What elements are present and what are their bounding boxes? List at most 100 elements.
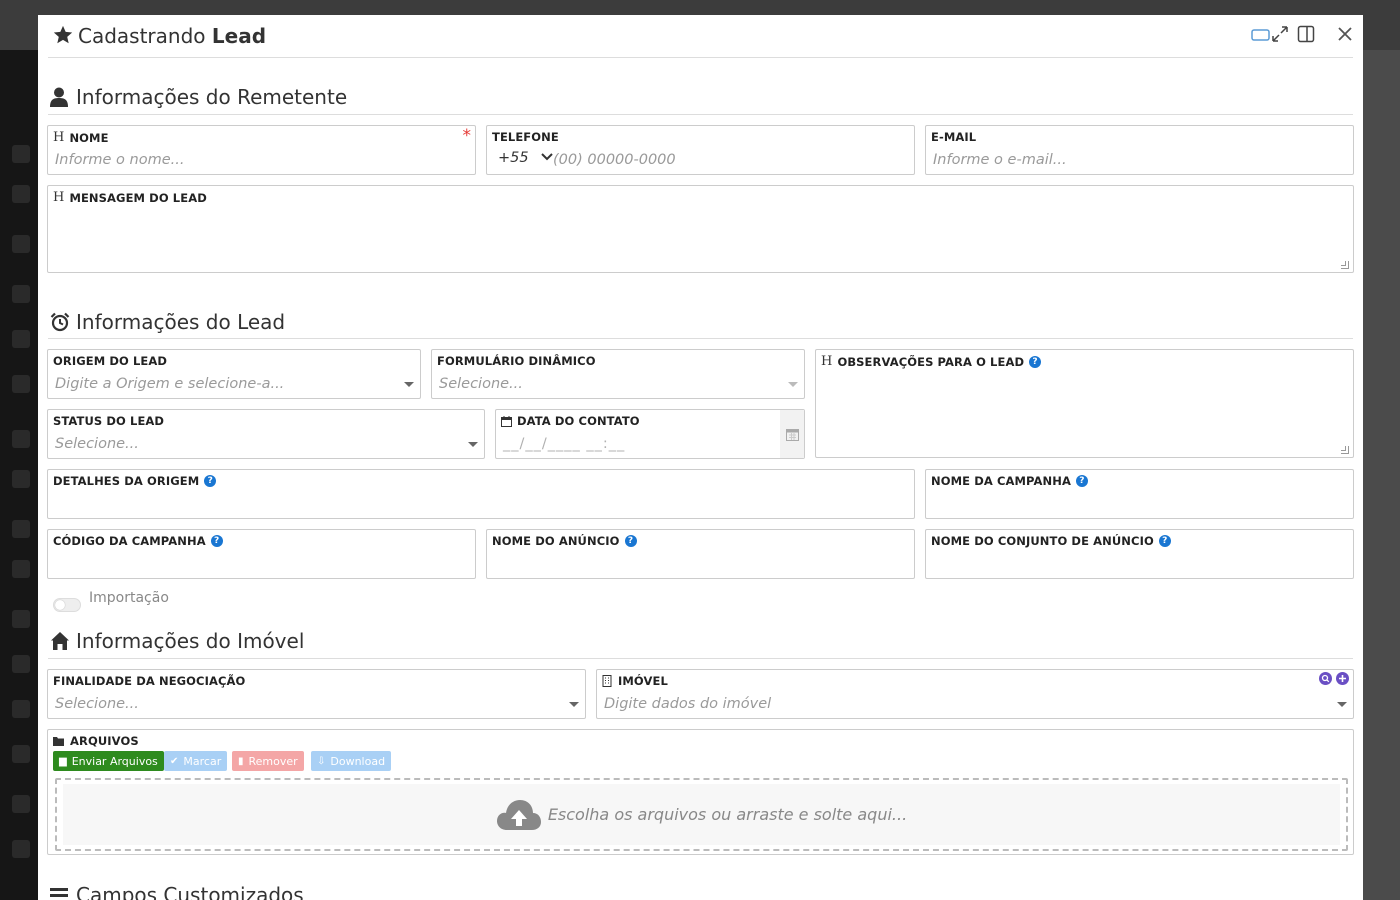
formulario-label: FORMULÁRIO DINÂMICO [437, 354, 596, 368]
mensagem-field[interactable]: H MENSAGEM DO LEAD [47, 185, 1354, 273]
origem-input[interactable]: Digite a Origem e selecione-a... [55, 376, 284, 392]
background-icon-rail [0, 50, 40, 900]
caret-down-icon [468, 442, 478, 447]
background-clock2-icon [12, 560, 30, 578]
origem-label: ORIGEM DO LEAD [53, 354, 168, 368]
status-label: STATUS DO LEAD [53, 414, 165, 428]
download-icon: ⇩ [317, 755, 326, 767]
modal-title: Cadastrando Lead [78, 24, 266, 48]
mensagem-label: H MENSAGEM DO LEAD [53, 190, 207, 205]
marcar-button[interactable]: ✔ Marcar [164, 751, 228, 771]
importacao-label: Importação [89, 590, 169, 606]
trash-icon: ▮ [238, 755, 244, 767]
data-contato-field[interactable]: DATA DO CONTATO __/__/____ __:__ [495, 409, 805, 459]
help-icon[interactable]: ? [1075, 475, 1088, 487]
origem-field[interactable]: ORIGEM DO LEAD Digite a Origem e selecio… [47, 349, 421, 399]
background-people-icon [12, 375, 30, 393]
required-marker: * [462, 126, 472, 146]
background-phone-icon [12, 235, 30, 253]
status-field[interactable]: STATUS DO LEAD Selecione... [47, 409, 485, 459]
download-button[interactable]: ⇩ Download [311, 751, 392, 771]
list-icon [50, 885, 70, 900]
help-icon[interactable]: ? [1158, 535, 1171, 547]
background-money-icon [12, 795, 30, 813]
nome-field[interactable]: H NOME * Informe o nome... [47, 125, 476, 175]
imovel-field[interactable]: IMÓVEL Digite dados do imóvel [596, 669, 1354, 719]
resize-handle[interactable] [1341, 446, 1349, 454]
nome-input[interactable]: Informe o nome... [55, 152, 184, 168]
heading-icon: H [821, 354, 833, 369]
conjunto-anuncio-label: NOME DO CONJUNTO DE ANÚNCIO? [931, 534, 1171, 548]
help-icon[interactable]: ? [210, 535, 223, 547]
codigo-campanha-label: CÓDIGO DA CAMPANHA? [53, 534, 223, 548]
help-icon[interactable]: ? [1029, 355, 1042, 368]
nome-campanha-label: NOME DA CAMPANHA? [931, 474, 1088, 488]
arquivos-field: ARQUIVOS ▆ Enviar Arquivos ✔ Marcar ▮ Remov… [47, 729, 1354, 855]
imovel-input[interactable]: Digite dados do imóvel [604, 696, 771, 712]
nome-campanha-field[interactable]: NOME DA CAMPANHA? [925, 469, 1354, 519]
help-icon[interactable]: ? [624, 535, 637, 547]
background-dashboard-icon [12, 145, 30, 163]
section-remetente-divider [48, 114, 1353, 115]
email-label: E-MAIL [931, 130, 977, 144]
status-select[interactable]: Selecione... [55, 436, 139, 452]
home-icon [50, 631, 70, 651]
section-imovel-label: Informações do Imóvel [76, 629, 305, 653]
help-icon[interactable]: ? [204, 475, 217, 487]
observacoes-field[interactable]: H OBSERVAÇÕES PARA O LEAD? [815, 349, 1354, 458]
codigo-campanha-field[interactable]: CÓDIGO DA CAMPANHA? [47, 529, 476, 579]
modal-title-bold: Lead [211, 24, 267, 48]
telefone-input[interactable]: (00) 00000-0000 [553, 152, 676, 168]
detalhes-origem-label: DETALHES DA ORIGEM? [53, 474, 217, 488]
section-imovel-divider [48, 658, 1353, 659]
modal-title-prefix: Cadastrando [78, 24, 206, 48]
expand-icon[interactable] [1271, 25, 1289, 47]
side-panel-icon[interactable] [1297, 25, 1315, 47]
dropzone-inner: Escolha os arquivos ou arraste e solte a… [63, 784, 1340, 845]
imovel-actions [1319, 672, 1349, 685]
telefone-field[interactable]: TELEFONE +55 (00) 00000-0000 [486, 125, 915, 175]
conjunto-anuncio-field[interactable]: NOME DO CONJUNTO DE ANÚNCIO? [925, 529, 1354, 579]
finalidade-select[interactable]: Selecione... [55, 696, 139, 712]
finalidade-field[interactable]: FINALIDADE DA NEGOCIAÇÃO Selecione... [47, 669, 586, 719]
detalhes-origem-field[interactable]: DETALHES DA ORIGEM? [47, 469, 915, 519]
resize-handle[interactable] [1341, 261, 1349, 269]
formulario-select[interactable]: Selecione... [439, 376, 523, 392]
close-icon[interactable] [1337, 26, 1353, 46]
data-contato-input[interactable]: __/__/____ __:__ [503, 436, 625, 452]
modal-window-controls [1251, 25, 1353, 47]
section-imovel-title: Informações do Imóvel [50, 629, 304, 653]
formulario-field[interactable]: FORMULÁRIO DINÂMICO Selecione... [431, 349, 805, 399]
arquivos-label: ARQUIVOS [53, 734, 139, 748]
folder-open-icon: ▆ [59, 755, 67, 767]
telefone-label: TELEFONE [492, 130, 559, 144]
imovel-label: IMÓVEL [602, 674, 668, 688]
heading-icon: H [53, 190, 65, 205]
background-clock-icon [12, 520, 30, 538]
finalidade-label: FINALIDADE DA NEGOCIAÇÃO [53, 674, 246, 688]
add-icon[interactable] [1336, 672, 1349, 685]
chevron-down-icon [541, 153, 553, 161]
section-custom-label: Campos Customizados [76, 883, 304, 900]
email-field[interactable]: E-MAIL Informe o e-mail... [925, 125, 1354, 175]
remover-button[interactable]: ▮ Remover [232, 751, 304, 771]
calendar-button[interactable] [780, 410, 804, 458]
minimize-icon[interactable] [1251, 27, 1271, 46]
caret-down-icon [404, 382, 414, 387]
email-input[interactable]: Informe o e-mail... [933, 152, 1067, 168]
search-icon[interactable] [1319, 672, 1332, 685]
country-code-select[interactable]: +55 [498, 150, 553, 166]
section-custom-title: Campos Customizados [50, 883, 304, 900]
nome-anuncio-field[interactable]: NOME DO ANÚNCIO? [486, 529, 915, 579]
background-folder-icon [12, 655, 30, 673]
calendar-small-icon [501, 415, 512, 427]
check-icon: ✔ [170, 755, 179, 767]
data-contato-label: DATA DO CONTATO [501, 414, 640, 428]
importacao-toggle[interactable] [53, 598, 81, 612]
section-lead-divider [48, 338, 1353, 339]
caret-down-icon [569, 702, 579, 707]
background-team-icon [12, 430, 30, 448]
file-dropzone[interactable]: Escolha os arquivos ou arraste e solte a… [55, 778, 1348, 851]
enviar-arquivos-button[interactable]: ▆ Enviar Arquivos [53, 751, 164, 771]
background-warning-icon [12, 840, 30, 858]
